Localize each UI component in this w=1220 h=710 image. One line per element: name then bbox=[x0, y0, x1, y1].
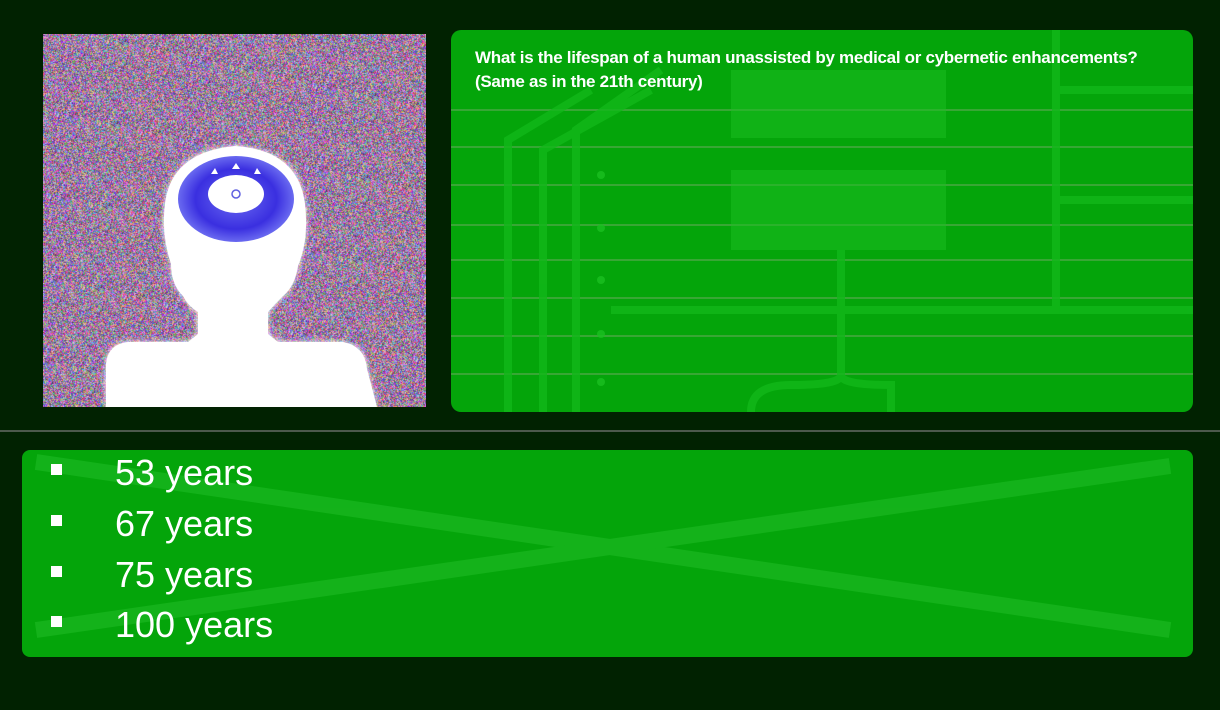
bullet-icon bbox=[51, 616, 62, 627]
answer-option-3[interactable]: 75 years bbox=[22, 553, 422, 599]
answers-panel: 53 years 67 years 75 years 100 years bbox=[22, 450, 1193, 657]
question-panel: What is the lifespan of a human unassist… bbox=[451, 30, 1193, 412]
hologram-head-icon bbox=[106, 146, 377, 407]
bullet-icon bbox=[51, 515, 62, 526]
character-portrait bbox=[43, 34, 426, 407]
answer-option-1[interactable]: 53 years bbox=[22, 451, 422, 497]
bullet-icon bbox=[51, 566, 62, 577]
answer-label: 75 years bbox=[115, 554, 254, 595]
answer-option-4[interactable]: 100 years bbox=[22, 603, 422, 649]
eye-icon bbox=[208, 175, 264, 213]
question-line-1: What is the lifespan of a human unassist… bbox=[475, 48, 1138, 67]
answer-option-2[interactable]: 67 years bbox=[22, 502, 422, 548]
question-line-2: (Same as in the 21th century) bbox=[475, 72, 703, 91]
answer-label: 100 years bbox=[115, 604, 274, 645]
bullet-icon bbox=[51, 464, 62, 475]
answer-label: 53 years bbox=[115, 452, 254, 493]
question-text: What is the lifespan of a human unassist… bbox=[475, 46, 1185, 94]
divider bbox=[0, 430, 1220, 432]
answer-label: 67 years bbox=[115, 503, 254, 544]
